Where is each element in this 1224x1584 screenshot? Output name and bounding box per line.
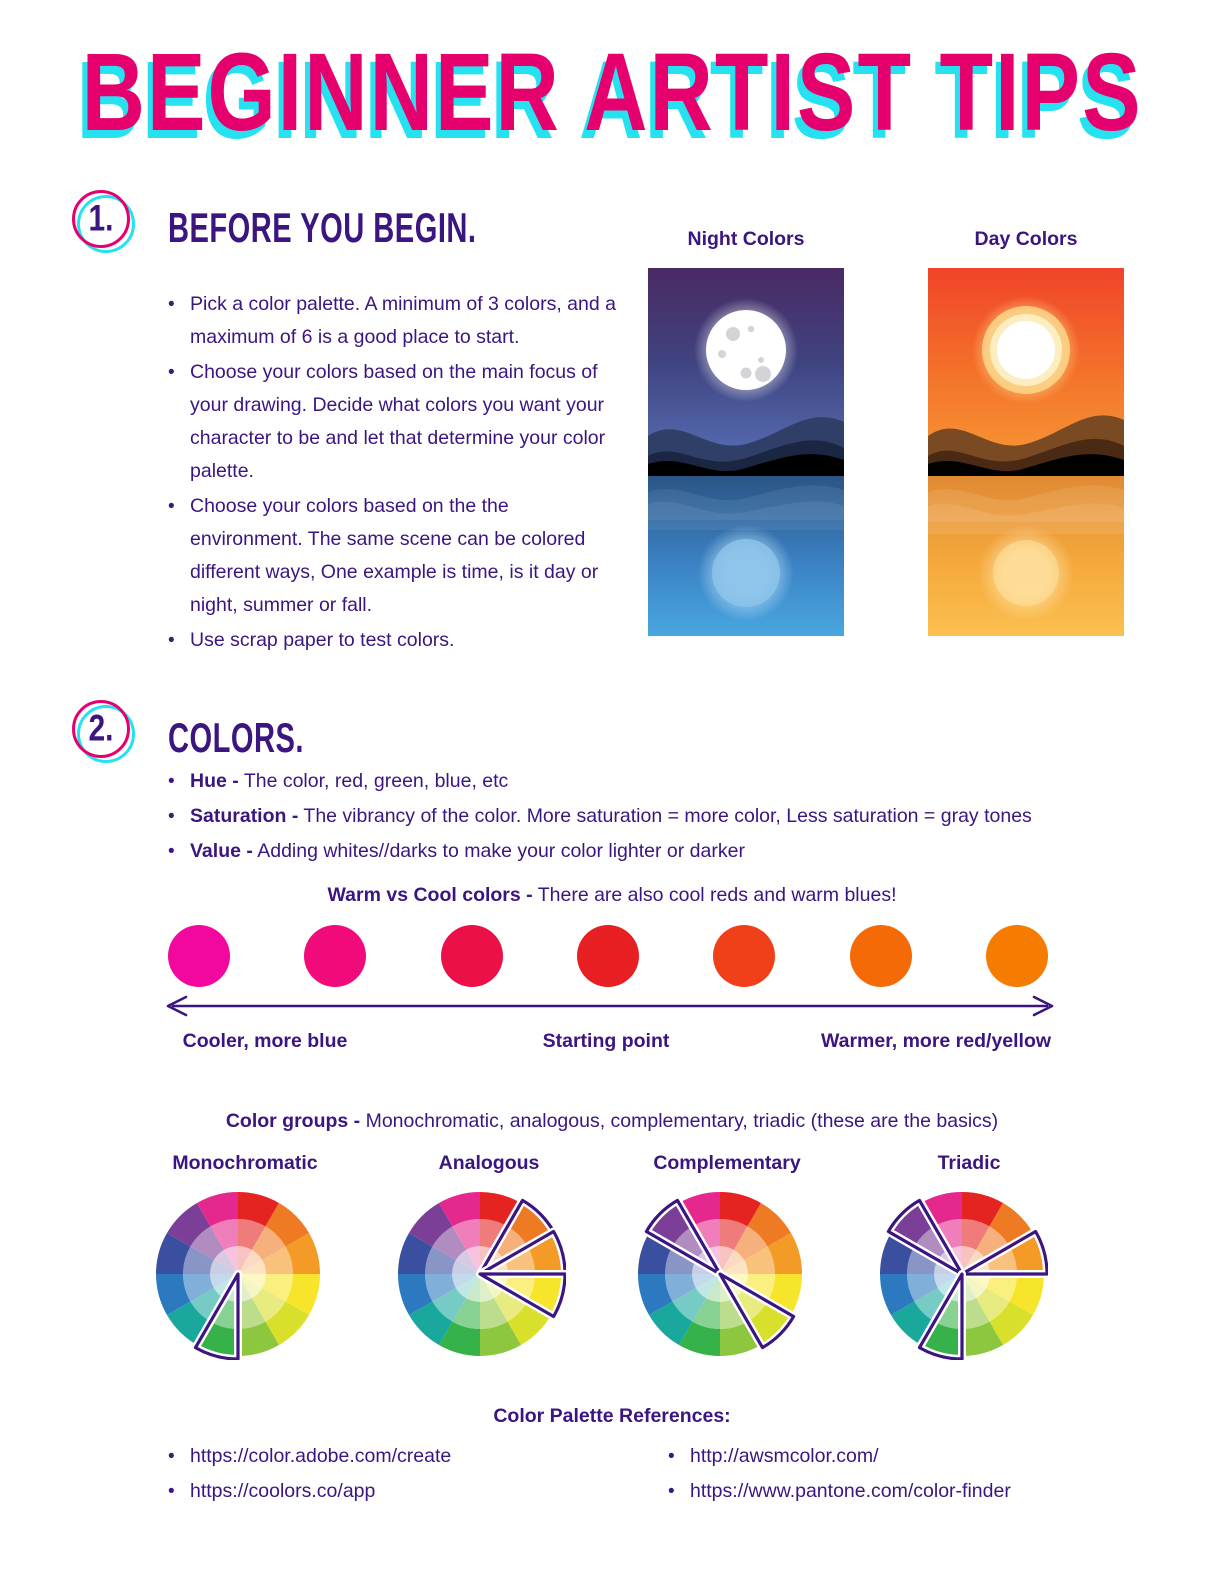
definition-text: The color, red, green, blue, etc — [238, 770, 509, 792]
warm-cool-label-center: Starting point — [542, 1030, 670, 1052]
list-item: Choose your colors based on the the envi… — [160, 490, 622, 622]
warm-cool-swatch — [304, 925, 367, 987]
night-colors-illustration — [648, 268, 844, 636]
section-2-number-badge: 2. — [72, 700, 135, 763]
warm-cool-swatch — [577, 925, 639, 987]
list-item: Hue - The color, red, green, blue, etc — [160, 765, 1120, 798]
color-wheel-svg — [156, 1192, 320, 1363]
day-colors-label: Day Colors — [974, 228, 1078, 250]
section-1-heading: BEFORE YOU BEGIN. — [168, 206, 477, 252]
color-wheel-svg — [638, 1192, 802, 1356]
warm-cool-label-left: Cooler, more blue — [182, 1030, 348, 1052]
infographic-page: BEGINNER ARTIST TIPS 1. BEFORE YOU BEGIN… — [0, 0, 1224, 1584]
section-1-bullet-list: Pick a color palette. A minimum of 3 col… — [160, 288, 622, 659]
list-item: Value - Adding whites//darks to make you… — [160, 835, 1120, 868]
list-item: Pick a color palette. A minimum of 3 col… — [160, 288, 622, 354]
references-heading: Color Palette References: — [493, 1405, 731, 1427]
warm-cool-arrow — [166, 995, 1054, 1017]
wheel-label-analogous: Analogous — [438, 1152, 540, 1174]
color-groups-heading-rest: Monochromatic, analogous, complementary,… — [360, 1110, 999, 1132]
reference-link[interactable]: https://color.adobe.com/create — [160, 1440, 640, 1473]
reference-link[interactable]: https://coolors.co/app — [160, 1475, 640, 1508]
references-right-column: http://awsmcolor.com/ https://www.panton… — [660, 1440, 1140, 1510]
definition-text: The vibrancy of the color. More saturati… — [298, 805, 1032, 827]
color-wheel-svg — [398, 1192, 569, 1356]
warm-cool-swatch — [986, 925, 1048, 987]
warm-cool-heading-rest: There are also cool reds and warm blues! — [532, 884, 897, 906]
wheel-label-triadic: Triadic — [937, 1152, 1001, 1174]
page-title: BEGINNER ARTIST TIPS — [81, 31, 1143, 155]
reference-link[interactable]: https://www.pantone.com/color-finder — [660, 1475, 1140, 1508]
color-wheel-complementary — [634, 1188, 806, 1365]
color-wheel-triadic — [876, 1188, 1051, 1365]
section-1-number: 1. — [88, 197, 114, 239]
color-groups-heading-bold: Color groups - — [225, 1110, 361, 1132]
list-item: Choose your colors based on the main foc… — [160, 356, 622, 488]
definition-term: Saturation - — [190, 805, 299, 827]
color-wheel-monochromatic — [152, 1188, 324, 1365]
warm-cool-heading-bold: Warm vs Cool colors - — [327, 884, 533, 906]
warm-cool-swatch — [849, 925, 912, 987]
section-2-number: 2. — [88, 707, 114, 749]
reference-link[interactable]: http://awsmcolor.com/ — [660, 1440, 1140, 1473]
color-wheel-svg — [880, 1192, 1051, 1363]
section-2-heading: COLORS. — [168, 716, 304, 762]
list-item: Use scrap paper to test colors. — [160, 624, 622, 657]
definition-text: Adding whites//darks to make your color … — [252, 840, 745, 862]
warm-cool-swatch — [168, 925, 230, 987]
night-colors-label: Night Colors — [687, 228, 805, 250]
definition-term: Value - — [190, 840, 253, 862]
color-wheel-analogous — [394, 1188, 569, 1365]
warm-cool-label-right: Warmer, more red/yellow — [820, 1030, 1052, 1052]
day-scene-svg — [928, 268, 1124, 636]
wheel-label-monochromatic: Monochromatic — [172, 1152, 318, 1174]
section-2-definition-list: Hue - The color, red, green, blue, etc S… — [160, 765, 1120, 870]
day-colors-illustration — [928, 268, 1124, 636]
warm-cool-swatch — [440, 925, 503, 987]
color-groups-heading: Color groups - Monochromatic, analogous,… — [0, 1110, 1224, 1133]
night-scene-svg — [648, 268, 844, 636]
definition-term: Hue - — [190, 770, 239, 792]
warm-cool-swatch — [713, 925, 776, 987]
section-1-number-badge: 1. — [72, 190, 135, 253]
references-left-column: https://color.adobe.com/create https://c… — [160, 1440, 640, 1510]
list-item: Saturation - The vibrancy of the color. … — [160, 800, 1120, 833]
page-title-wrap: BEGINNER ARTIST TIPS — [0, 38, 1224, 148]
warm-cool-heading: Warm vs Cool colors - There are also coo… — [0, 884, 1224, 907]
wheel-label-complementary: Complementary — [653, 1152, 801, 1174]
